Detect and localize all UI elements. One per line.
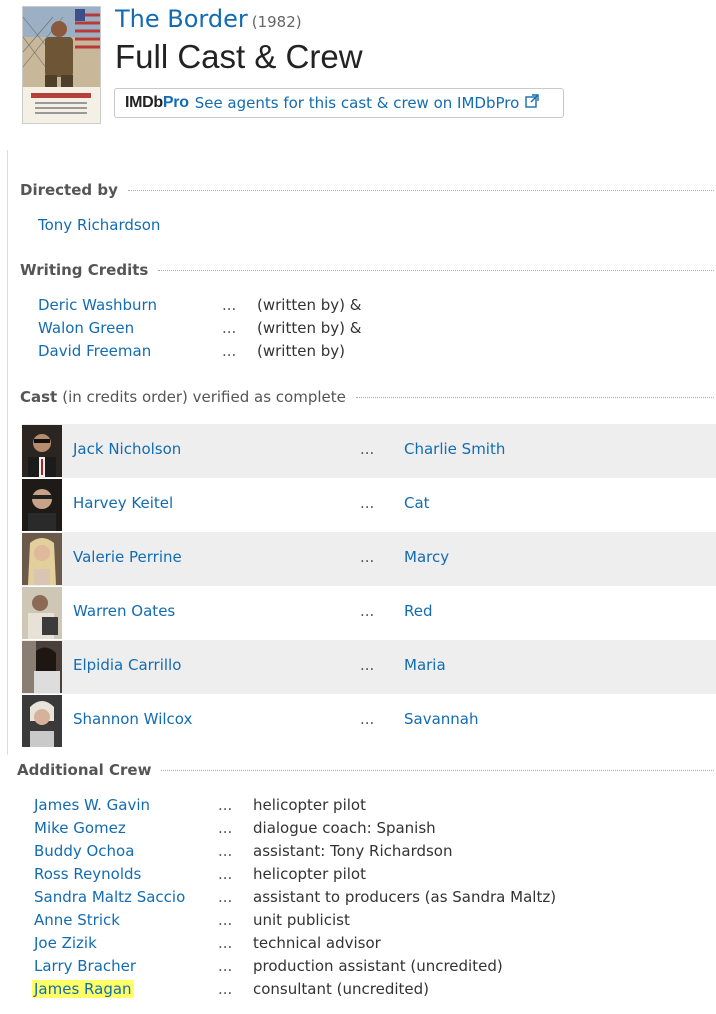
character-name[interactable]: Marcy xyxy=(404,548,449,566)
page-title: Full Cast & Crew xyxy=(115,38,363,75)
crew-row: Mike Gomez ... dialogue coach: Spanish xyxy=(34,819,436,837)
actor-photo[interactable] xyxy=(22,425,62,477)
ellipsis: ... xyxy=(218,842,233,860)
imdbpro-logo: IMDbPro xyxy=(125,94,189,111)
actor-photo[interactable] xyxy=(22,479,62,531)
crew-role: helicopter pilot xyxy=(253,865,366,883)
actor-name[interactable]: Shannon Wilcox xyxy=(73,710,192,728)
crew-row: Anne Strick ... unit publicist xyxy=(34,911,350,929)
crew-name[interactable]: James W. Gavin xyxy=(34,796,150,814)
cast-heading: Cast (in credits order) verified as compl… xyxy=(20,388,714,406)
crew-role: unit publicist xyxy=(253,911,350,929)
crew-name[interactable]: Larry Bracher xyxy=(34,957,136,975)
writer-role: (written by) & xyxy=(257,319,362,337)
crew-row: Sandra Maltz Saccio ... assistant to pro… xyxy=(34,888,556,906)
character-name[interactable]: Savannah xyxy=(404,710,479,728)
character-name[interactable]: Charlie Smith xyxy=(404,440,505,458)
crew-name[interactable]: Anne Strick xyxy=(34,911,120,929)
cast-row: Jack Nicholson ... Charlie Smith xyxy=(22,424,716,478)
crew-row-highlighted: James Ragan ... consultant (uncredited) xyxy=(32,980,429,998)
character-name[interactable]: Maria xyxy=(404,656,446,674)
movie-title: The Border (1982) xyxy=(115,5,302,33)
crew-row: Joe Zizik ... technical advisor xyxy=(34,934,381,952)
cast-row: Warren Oates ... Red xyxy=(22,586,716,640)
ellipsis: ... xyxy=(360,440,375,458)
actor-photo[interactable] xyxy=(22,641,62,693)
crew-name[interactable]: Sandra Maltz Saccio xyxy=(34,888,185,906)
ellipsis: ... xyxy=(360,656,375,674)
crew-row: James W. Gavin ... helicopter pilot xyxy=(34,796,366,814)
crew-name[interactable]: Buddy Ochoa xyxy=(34,842,134,860)
writer-role: (written by) & xyxy=(257,296,362,314)
ellipsis: ... xyxy=(360,494,375,512)
ellipsis: ... xyxy=(360,710,375,728)
director-name[interactable]: Tony Richardson xyxy=(38,216,160,234)
crew-role: dialogue coach: Spanish xyxy=(253,819,436,837)
cast-row: Elpidia Carrillo ... Maria xyxy=(22,640,716,694)
crew-name[interactable]: James Ragan xyxy=(32,980,134,998)
actor-name[interactable]: Harvey Keitel xyxy=(73,494,173,512)
actor-name[interactable]: Jack Nicholson xyxy=(73,440,181,458)
crew-row: Ross Reynolds ... helicopter pilot xyxy=(34,865,366,883)
ellipsis: ... xyxy=(218,911,233,929)
actor-name[interactable]: Elpidia Carrillo xyxy=(73,656,181,674)
crew-role: assistant: Tony Richardson xyxy=(253,842,453,860)
crew-row: Buddy Ochoa ... assistant: Tony Richards… xyxy=(34,842,453,860)
ellipsis: ... xyxy=(218,957,233,975)
movie-year: (1982) xyxy=(251,13,302,31)
ellipsis: ... xyxy=(218,819,233,837)
ellipsis: ... xyxy=(360,548,375,566)
cast-row: Harvey Keitel ... Cat xyxy=(22,478,716,532)
directed-by-heading: Directed by xyxy=(20,181,714,199)
external-link-icon xyxy=(525,94,539,112)
ellipsis: ... xyxy=(222,296,237,314)
ellipsis: ... xyxy=(218,980,233,998)
writer-name[interactable]: Deric Washburn xyxy=(38,296,157,314)
crew-row: Larry Bracher ... production assistant (… xyxy=(34,957,503,975)
cast-row: Valerie Perrine ... Marcy xyxy=(22,532,716,586)
imdbpro-link[interactable]: See agents for this cast & crew on IMDbP… xyxy=(195,94,520,112)
ellipsis: ... xyxy=(360,602,375,620)
crew-name[interactable]: Mike Gomez xyxy=(34,819,126,837)
ellipsis: ... xyxy=(222,319,237,337)
crew-role: helicopter pilot xyxy=(253,796,366,814)
writer-role: (written by) xyxy=(257,342,345,360)
crew-role: technical advisor xyxy=(253,934,381,952)
actor-photo[interactable] xyxy=(22,533,62,585)
crew-role: production assistant (uncredited) xyxy=(253,957,503,975)
additional-crew-heading: Additional Crew xyxy=(17,761,714,779)
character-name[interactable]: Cat xyxy=(404,494,430,512)
writing-credits-heading: Writing Credits xyxy=(20,261,714,279)
ellipsis: ... xyxy=(222,342,237,360)
crew-name[interactable]: Ross Reynolds xyxy=(34,865,141,883)
actor-photo[interactable] xyxy=(22,695,62,747)
actor-name[interactable]: Valerie Perrine xyxy=(73,548,182,566)
writer-row: David Freeman ... (written by) xyxy=(38,342,345,360)
imdbpro-banner[interactable]: IMDbPro See agents for this cast & crew … xyxy=(114,88,564,118)
character-name[interactable]: Red xyxy=(404,602,433,620)
cast-row: Shannon Wilcox ... Savannah xyxy=(22,694,716,748)
writer-row: Walon Green ... (written by) & xyxy=(38,319,361,337)
actor-photo[interactable] xyxy=(22,587,62,639)
ellipsis: ... xyxy=(218,865,233,883)
ellipsis: ... xyxy=(218,934,233,952)
ellipsis: ... xyxy=(218,796,233,814)
crew-name[interactable]: Joe Zizik xyxy=(34,934,97,952)
writer-row: Deric Washburn ... (written by) & xyxy=(38,296,361,314)
director-row: Tony Richardson xyxy=(38,216,160,234)
writer-name[interactable]: Walon Green xyxy=(38,319,134,337)
movie-poster[interactable] xyxy=(22,6,101,124)
writer-name[interactable]: David Freeman xyxy=(38,342,151,360)
page-left-border xyxy=(7,150,8,755)
crew-role: assistant to producers (as Sandra Maltz) xyxy=(253,888,557,906)
crew-role: consultant (uncredited) xyxy=(253,980,430,998)
ellipsis: ... xyxy=(218,888,233,906)
actor-name[interactable]: Warren Oates xyxy=(73,602,175,620)
movie-title-link[interactable]: The Border xyxy=(115,5,248,33)
